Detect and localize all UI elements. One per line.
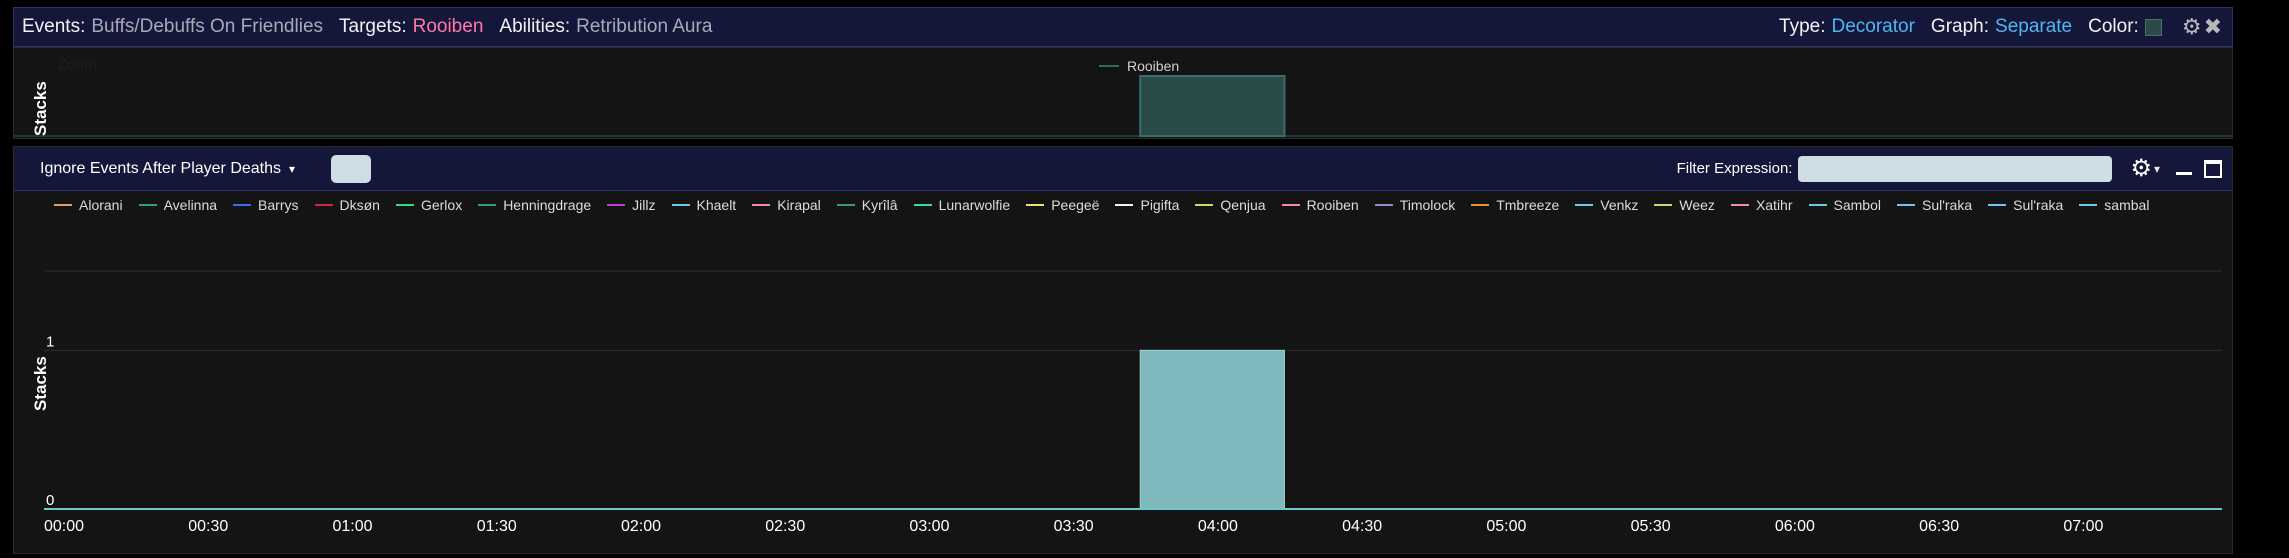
- color-label: Color:: [2088, 16, 2139, 37]
- abilities-label: Abilities:: [499, 16, 571, 37]
- x-tick-label: 06:00: [1775, 518, 1815, 535]
- series-bar: [1139, 349, 1285, 510]
- x-tick-label: 02:30: [765, 518, 805, 535]
- y-tick-label: 1: [46, 333, 54, 350]
- events-value[interactable]: Buffs/Debuffs On Friendlies: [91, 16, 323, 38]
- events-label: Events:: [22, 16, 86, 37]
- header-options: Type: Decorator Graph: Separate Color: ⚙…: [1779, 14, 2232, 40]
- targets-label: Targets:: [339, 16, 407, 37]
- targets-value[interactable]: Rooiben: [413, 16, 484, 38]
- color-swatch[interactable]: [2144, 18, 2162, 36]
- x-tick-label: 05:30: [1631, 518, 1671, 535]
- graph-value[interactable]: Separate: [1995, 16, 2072, 38]
- y-tick-label: 0: [46, 492, 54, 509]
- x-tick-label: 00:30: [188, 518, 228, 535]
- type-label: Type:: [1779, 16, 1826, 37]
- zoom-series-bar: [1139, 75, 1286, 137]
- x-tick-label: 00:00: [44, 518, 84, 535]
- graph-label: Graph:: [1930, 16, 1990, 37]
- x-tick-label: 04:00: [1198, 518, 1238, 535]
- close-icon[interactable]: ✖: [2204, 14, 2222, 40]
- x-tick-label: 01:30: [477, 518, 517, 535]
- main-chart[interactable]: 0 1 00:00 00:30 01:00 01:30 02:00 02:30 03:00 03:…: [14, 147, 2232, 553]
- abilities-value[interactable]: Retribution Aura: [576, 16, 712, 38]
- x-tick-label: 01:00: [332, 518, 372, 535]
- header-bar: Events: Buffs/Debuffs On Friendlies Targ…: [13, 7, 2233, 47]
- x-tick-label: 03:30: [1054, 518, 1094, 535]
- x-tick-label: 02:00: [621, 518, 661, 535]
- x-tick-label: 03:00: [909, 518, 949, 535]
- x-tick-label: 06:30: [1919, 518, 1959, 535]
- gear-icon[interactable]: ⚙: [2182, 14, 2202, 40]
- zoom-chart[interactable]: [14, 48, 2232, 138]
- x-tick-label: 05:00: [1486, 518, 1526, 535]
- header-filters: Events: Buffs/Debuffs On Friendlies Targ…: [14, 16, 728, 38]
- type-value[interactable]: Decorator: [1832, 16, 1915, 38]
- main-chart-panel: Ignore Events After Player Deaths ▾ Filt…: [13, 146, 2233, 554]
- x-tick-label: 07:00: [2063, 518, 2103, 535]
- x-tick-label: 04:30: [1342, 518, 1382, 535]
- zoom-panel[interactable]: Zoom Stacks Rooiben: [13, 47, 2233, 139]
